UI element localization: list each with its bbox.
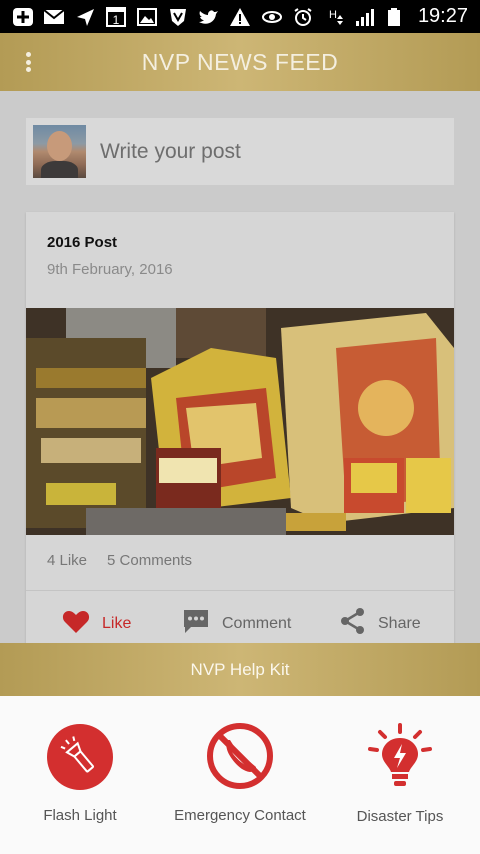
post-composer[interactable]: Write your post (26, 118, 454, 185)
help-kit-tools: Flash Light Emergency Contact Disaster T… (0, 696, 480, 854)
comment-icon (182, 607, 210, 640)
news-feed[interactable]: Write your post 2016 Post 9th February, … (0, 91, 480, 643)
comment-count[interactable]: 5 Comments (107, 552, 192, 569)
calendar-icon: 1 (105, 6, 127, 27)
status-time: 19:27 (417, 5, 468, 27)
warning-icon (229, 7, 251, 27)
app-bar: NVP NEWS FEED (0, 33, 480, 91)
share-button[interactable]: Share (340, 607, 421, 640)
comment-button[interactable]: Comment (182, 607, 291, 640)
like-button[interactable]: Like (62, 609, 131, 639)
flash-light-label: Flash Light (43, 807, 117, 824)
post-stats: 4 Like 5 Comments (47, 552, 192, 569)
svg-text:1: 1 (113, 13, 120, 27)
post-title: 2016 Post (47, 234, 118, 251)
disaster-tips-label: Disaster Tips (356, 808, 444, 825)
overflow-menu-icon[interactable] (16, 50, 40, 74)
post-image[interactable] (26, 308, 454, 535)
saavn-icon (167, 7, 189, 27)
help-kit-header[interactable]: NVP Help Kit (0, 643, 480, 696)
post-card[interactable]: 2016 Post 9th February, 2016 4 Like 5 Co… (26, 212, 454, 643)
disaster-tips-button[interactable]: Disaster Tips (320, 696, 480, 854)
network-h-icon: H (323, 7, 345, 27)
flash-light-button[interactable]: Flash Light (0, 696, 160, 854)
like-count[interactable]: 4 Like (47, 552, 87, 569)
battery-icon (385, 7, 407, 27)
status-bar: 1 H 19:27 (0, 0, 480, 33)
share-icon (340, 607, 366, 640)
eye-icon (261, 7, 283, 27)
heart-icon (62, 609, 90, 639)
comment-label: Comment (222, 614, 292, 632)
page-title: NVP NEWS FEED (141, 48, 339, 75)
plus-icon (12, 7, 34, 27)
image-icon (136, 7, 158, 27)
phone-icon (206, 722, 274, 795)
alarm-icon (292, 7, 314, 27)
lightbulb-icon (364, 722, 436, 799)
write-post-input[interactable]: Write your post (100, 140, 241, 164)
flashlight-icon (46, 723, 114, 796)
avatar[interactable] (33, 125, 86, 178)
help-kit-title: NVP Help Kit (190, 659, 290, 679)
like-label: Like (102, 615, 132, 632)
emergency-contact-button[interactable]: Emergency Contact (160, 696, 320, 854)
post-actions: Like Comment Share (26, 591, 454, 643)
send-icon (74, 7, 96, 27)
svg-text:H: H (329, 9, 337, 21)
mail-icon (43, 7, 65, 27)
signal-icon (354, 7, 376, 27)
share-label: Share (378, 614, 421, 632)
twitter-icon (198, 7, 220, 27)
post-date: 9th February, 2016 (47, 261, 173, 278)
emergency-contact-label: Emergency Contact (174, 807, 306, 824)
